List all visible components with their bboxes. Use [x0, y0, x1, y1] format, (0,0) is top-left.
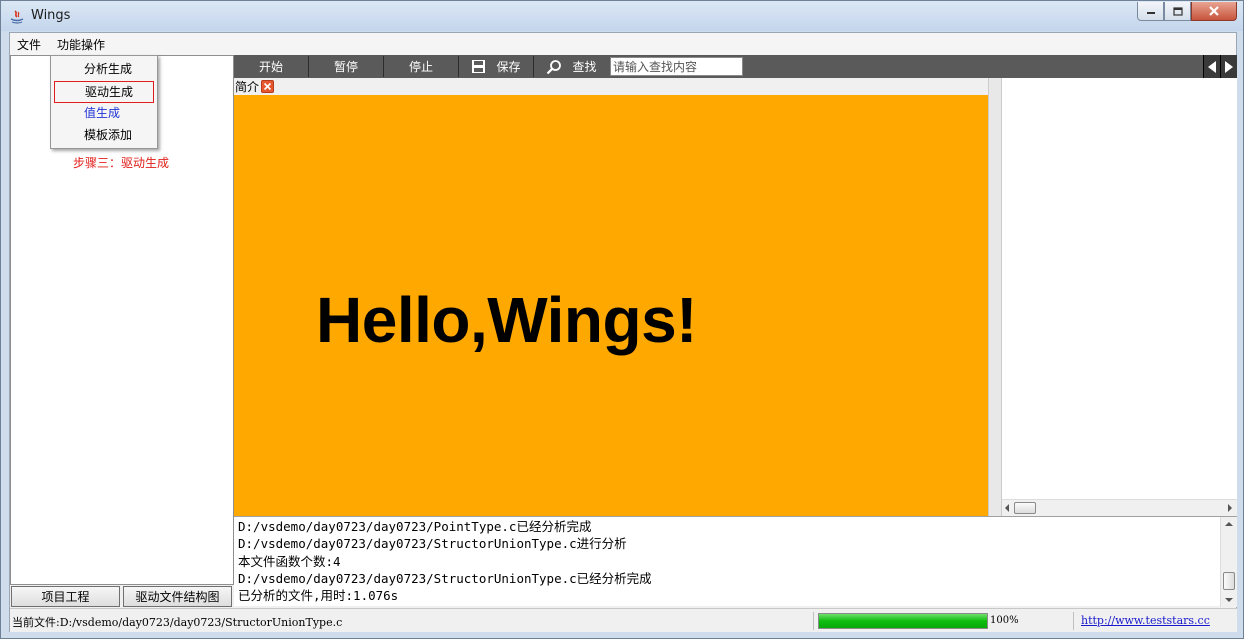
app-window: Wings 文件 功能操作 步骤三：驱动生成 分析生成 驱动生成 值生成 模板添…: [0, 0, 1244, 639]
title-bar[interactable]: Wings: [1, 1, 1243, 31]
progress-fill: [819, 614, 987, 628]
menu-item-analyze-generate[interactable]: 分析生成: [54, 59, 154, 81]
menu-bar: 文件 功能操作: [10, 33, 1236, 55]
minimize-button[interactable]: [1137, 2, 1164, 21]
hello-headline: Hello,Wings!: [316, 284, 697, 356]
close-icon: [263, 82, 272, 91]
java-app-icon: [10, 10, 24, 24]
close-icon: [1209, 6, 1219, 16]
stop-label: 停止: [408, 60, 433, 74]
status-bar: 当前文件:D:/vsdemo/day0723/day0723/StructorU…: [10, 608, 1237, 632]
nav-next-button[interactable]: [1220, 55, 1237, 78]
log-line: D:/vsdemo/day0723/day0723/StructorUnionT…: [238, 536, 627, 552]
window-title: Wings: [31, 8, 71, 23]
status-separator: [1073, 612, 1074, 630]
log-line: D:/vsdemo/day0723/day0723/PointType.c已经分…: [238, 519, 592, 534]
right-panel-hscrollbar[interactable]: [1002, 499, 1237, 516]
toolbar: 开始 暂停 停止 保存 查找: [234, 55, 1237, 78]
tab-intro-label: 简介: [235, 80, 260, 94]
tab-bar: 简介: [234, 78, 988, 95]
tab-nav-arrows: [1203, 55, 1237, 78]
driver-tree-button[interactable]: 驱动文件结构图: [123, 586, 232, 607]
scroll-left-icon[interactable]: [1004, 504, 1010, 512]
start-button[interactable]: 开始: [234, 56, 309, 77]
pause-button[interactable]: 暂停: [309, 56, 384, 77]
status-separator: [813, 612, 814, 630]
intro-content: Hello,Wings!: [234, 95, 988, 516]
log-line: 已分析的文件,用时:1.076s: [238, 588, 399, 604]
pause-label: 暂停: [333, 60, 358, 74]
window-controls: [1137, 2, 1237, 22]
nav-prev-button[interactable]: [1203, 55, 1220, 78]
scroll-up-icon[interactable]: [1225, 521, 1233, 527]
log-output: D:/vsdemo/day0723/day0723/PointType.c已经分…: [234, 516, 1237, 607]
start-label: 开始: [258, 60, 283, 74]
stop-button[interactable]: 停止: [384, 56, 459, 77]
menu-item-template-add[interactable]: 模板添加: [54, 125, 154, 147]
step-text: 步骤三：驱动生成: [73, 156, 170, 170]
triangle-left-icon: [1208, 60, 1216, 73]
scroll-right-icon[interactable]: [1227, 504, 1233, 512]
current-file-text: 当前文件:D:/vsdemo/day0723/day0723/StructorU…: [12, 616, 343, 629]
left-panel-buttons: 项目工程 驱动文件结构图: [11, 586, 235, 608]
log-vscrollbar[interactable]: [1220, 517, 1237, 607]
website-link[interactable]: http://www.teststars.cc: [1081, 614, 1210, 627]
client-area: 文件 功能操作 步骤三：驱动生成 分析生成 驱动生成 值生成 模板添加 项目工程…: [9, 32, 1237, 632]
log-line: 本文件函数个数:4: [238, 553, 341, 569]
progress-percent: 100%: [990, 615, 1019, 626]
save-icon: [472, 60, 486, 73]
splitter[interactable]: [988, 78, 1002, 516]
save-label: 保存: [496, 60, 521, 74]
search-icon: [547, 59, 562, 74]
menu-item-driver-generate[interactable]: 驱动生成: [54, 81, 154, 103]
tab-close-button[interactable]: [261, 80, 275, 93]
project-button[interactable]: 项目工程: [11, 586, 120, 607]
find-button[interactable]: 查找: [534, 56, 609, 77]
search-input[interactable]: [610, 57, 743, 76]
maximize-button[interactable]: [1164, 2, 1191, 21]
save-button[interactable]: 保存: [459, 56, 534, 77]
menu-ops[interactable]: 功能操作: [57, 36, 105, 53]
menu-item-value-generate[interactable]: 值生成: [54, 103, 154, 125]
triangle-right-icon: [1225, 60, 1233, 73]
right-panel: [1002, 78, 1237, 516]
hscroll-thumb[interactable]: [1014, 502, 1036, 514]
find-label: 查找: [572, 60, 597, 74]
maximize-icon: [1172, 6, 1183, 16]
vscroll-thumb[interactable]: [1223, 572, 1235, 590]
tab-intro[interactable]: 简介: [234, 78, 275, 95]
close-button[interactable]: [1191, 2, 1237, 21]
scroll-down-icon[interactable]: [1225, 597, 1233, 603]
progress-bar: [818, 613, 988, 629]
ops-dropdown-menu: 分析生成 驱动生成 值生成 模板添加: [50, 55, 158, 149]
log-line: D:/vsdemo/day0723/day0723/StructorUnionT…: [238, 570, 652, 586]
minimize-icon: [1146, 12, 1155, 14]
menu-file[interactable]: 文件: [17, 36, 41, 53]
log-lines: D:/vsdemo/day0723/day0723/PointType.c已经分…: [238, 518, 1218, 604]
